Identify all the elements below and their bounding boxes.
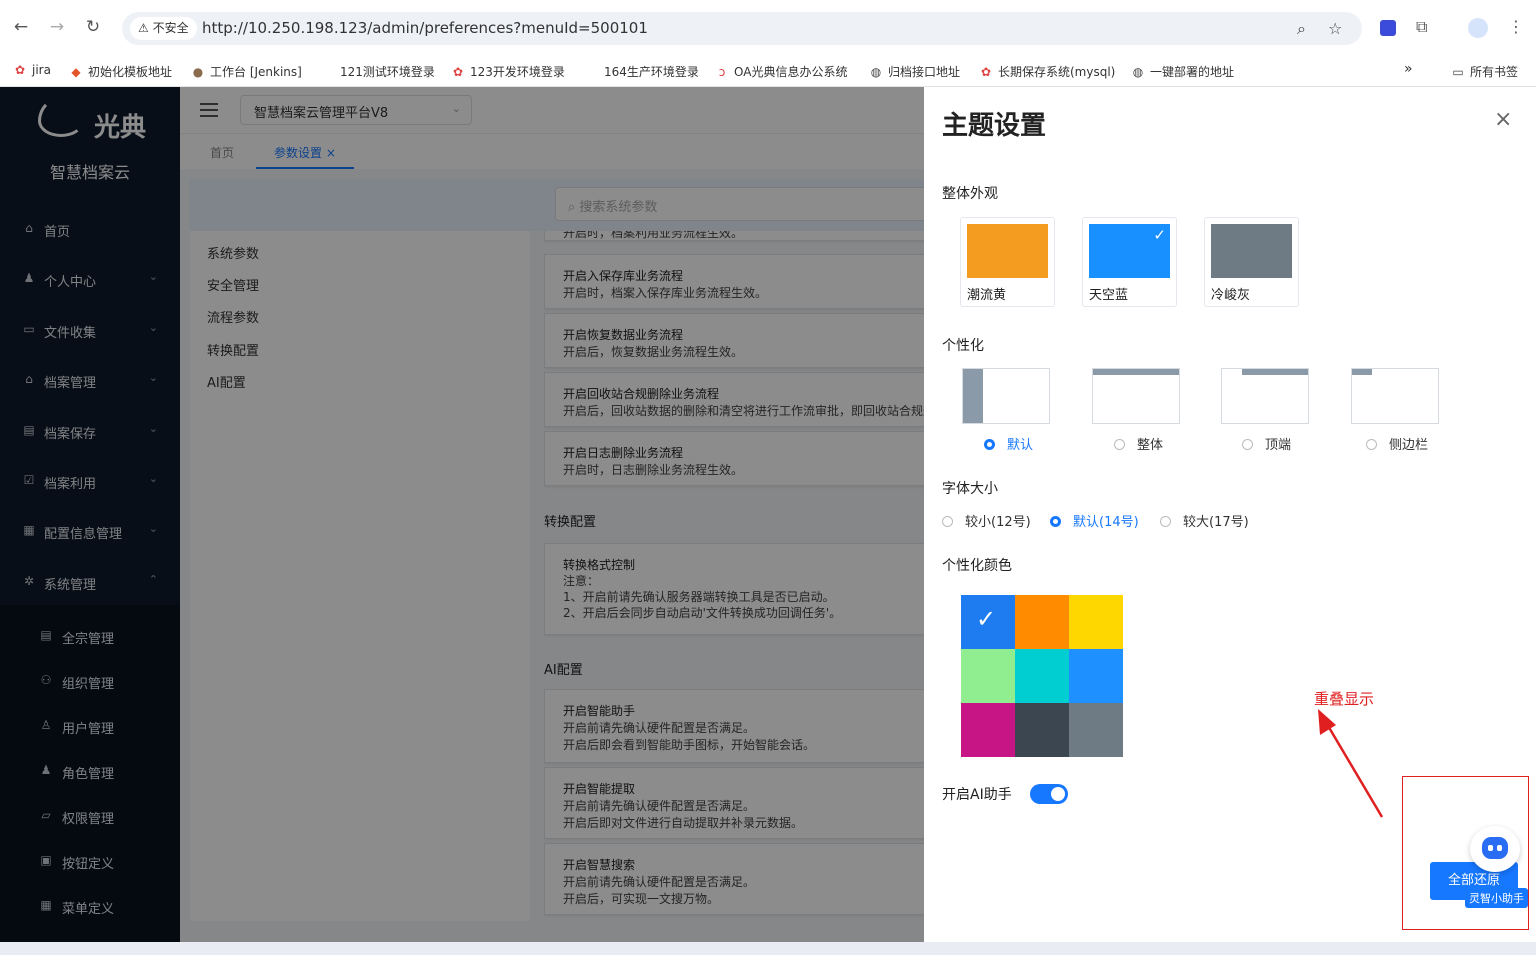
back-icon[interactable]: ← (10, 16, 32, 38)
insecure-badge[interactable]: ⚠ 不安全 (130, 17, 197, 40)
bookmark-item[interactable]: ↄ OA光典信息办公系统 (714, 63, 848, 80)
radio-icon (1366, 439, 1377, 450)
check-icon: ✓ (1153, 226, 1166, 244)
theme-option-gray[interactable]: 冷峻灰 (1204, 217, 1299, 307)
radio-icon (942, 516, 953, 527)
ai-assistant-switch[interactable] (1030, 784, 1068, 804)
font-radio-small[interactable]: 较小(12号) (942, 511, 1031, 530)
layout-radio-top[interactable]: 顶端 (1242, 434, 1291, 453)
font-radio-default[interactable]: 默认(14号) (1050, 511, 1139, 530)
layout-radio-default[interactable]: 默认 (984, 434, 1033, 453)
bookmark-item[interactable]: ✿ jira (12, 63, 51, 77)
color-swatch[interactable] (1069, 595, 1123, 649)
bookmark-item[interactable]: 121测试环境登录 (340, 63, 435, 80)
modal-overlay[interactable] (0, 87, 924, 942)
gitlab-icon: ◆ (71, 65, 81, 79)
layout-radio-whole[interactable]: 整体 (1114, 434, 1163, 453)
more-bookmarks-icon[interactable]: » (1404, 61, 1413, 77)
theme-name: 冷峻灰 (1211, 288, 1251, 303)
bookmarks-bar: ✿ jira ◆ 初始化模板地址 ● 工作台 [Jenkins] 121测试环境登录 … (0, 56, 1536, 87)
reload-icon[interactable]: ↻ (82, 16, 104, 38)
bookmark-icon: ✿ (980, 65, 992, 79)
bookmark-item[interactable]: ✿ 123开发环境登录 (450, 63, 565, 80)
check-icon: ✓ (976, 605, 997, 633)
radio-icon (984, 439, 995, 450)
color-swatch[interactable] (961, 649, 1015, 703)
bookmark-icon: ✿ (14, 63, 26, 77)
jenkins-icon: ● (192, 65, 204, 79)
zoom-icon[interactable]: ⌕ (1297, 19, 1306, 39)
annotation-arrow (1318, 709, 1384, 818)
extension-icon[interactable] (1380, 20, 1396, 36)
radio-icon (1242, 439, 1253, 450)
font-size-label: 字体大小 (942, 481, 998, 497)
layout-preview-whole[interactable] (1092, 368, 1180, 424)
layout-label: 个性化 (942, 338, 984, 354)
theme-swatch (967, 224, 1048, 278)
globe-icon: ◍ (870, 65, 882, 79)
puzzle-icon[interactable]: ⧉ (1416, 17, 1427, 37)
url-text[interactable]: http://10.250.198.123/admin/preferences?… (202, 19, 648, 37)
color-swatch[interactable]: ✓ (961, 595, 1015, 649)
color-swatch[interactable] (1015, 595, 1069, 649)
theme-name: 潮流黄 (967, 288, 1007, 303)
layout-preview-default[interactable] (962, 368, 1050, 424)
bookmark-item[interactable]: ✿ 长期保存系统(mysql) (978, 63, 1115, 80)
radio-icon (1160, 516, 1171, 527)
menu-dots-icon[interactable]: ⋮ (1508, 17, 1524, 36)
font-radio-large[interactable]: 较大(17号) (1160, 511, 1249, 530)
theme-option-yellow[interactable]: 潮流黄 (960, 217, 1055, 307)
close-icon[interactable]: × (1494, 107, 1512, 132)
layout-preview-top[interactable] (1221, 368, 1309, 424)
theme-option-blue[interactable]: ✓ 天空蓝 (1082, 217, 1177, 307)
color-grid: ✓ (961, 595, 1123, 757)
theme-swatch: ✓ (1089, 224, 1170, 278)
globe-icon: ◍ (1132, 65, 1144, 79)
folder-icon: ▭ (1452, 65, 1464, 79)
color-swatch[interactable] (1069, 703, 1123, 757)
oa-icon: ↄ (718, 65, 726, 79)
assistant-label[interactable]: 灵智小助手 (1465, 888, 1528, 908)
bookmark-icon: ✿ (452, 65, 464, 79)
ai-assistant-label: 开启AI助手 (942, 787, 1012, 803)
appearance-label: 整体外观 (942, 186, 998, 202)
radio-icon (1050, 516, 1061, 527)
star-icon[interactable]: ☆ (1328, 19, 1342, 38)
theme-swatch (1211, 224, 1292, 278)
color-swatch[interactable] (961, 703, 1015, 757)
forward-icon[interactable]: → (46, 16, 68, 38)
address-bar[interactable]: ⚠ 不安全 http://10.250.198.123/admin/prefer… (122, 12, 1362, 45)
bookmark-item[interactable]: ● 工作台 [Jenkins] (190, 63, 302, 80)
all-bookmarks[interactable]: ▭ 所有书签 (1450, 63, 1518, 80)
drawer-title: 主题设置 (942, 111, 1047, 141)
bookmark-item[interactable]: ◍ 归档接口地址 (868, 63, 960, 80)
layout-preview-side[interactable] (1351, 368, 1439, 424)
browser-toolbar: ← → ↻ ⚠ 不安全 http://10.250.198.123/admin/… (0, 0, 1536, 56)
profile-icon[interactable] (1468, 18, 1488, 38)
color-label: 个性化颜色 (942, 558, 1012, 574)
color-swatch[interactable] (1069, 649, 1123, 703)
bookmark-item[interactable]: ◍ 一键部署的地址 (1130, 63, 1234, 80)
robot-assistant-icon[interactable] (1470, 826, 1520, 872)
bookmark-item[interactable]: 164生产环境登录 (604, 63, 699, 80)
layout-radio-side[interactable]: 侧边栏 (1366, 434, 1428, 453)
color-swatch[interactable] (1015, 649, 1069, 703)
radio-icon (1114, 439, 1125, 450)
color-swatch[interactable] (1015, 703, 1069, 757)
taskbar (0, 942, 1536, 955)
insecure-label: 不安全 (152, 21, 189, 35)
bookmark-item[interactable]: ◆ 初始化模板地址 (68, 63, 172, 80)
theme-name: 天空蓝 (1089, 288, 1129, 303)
